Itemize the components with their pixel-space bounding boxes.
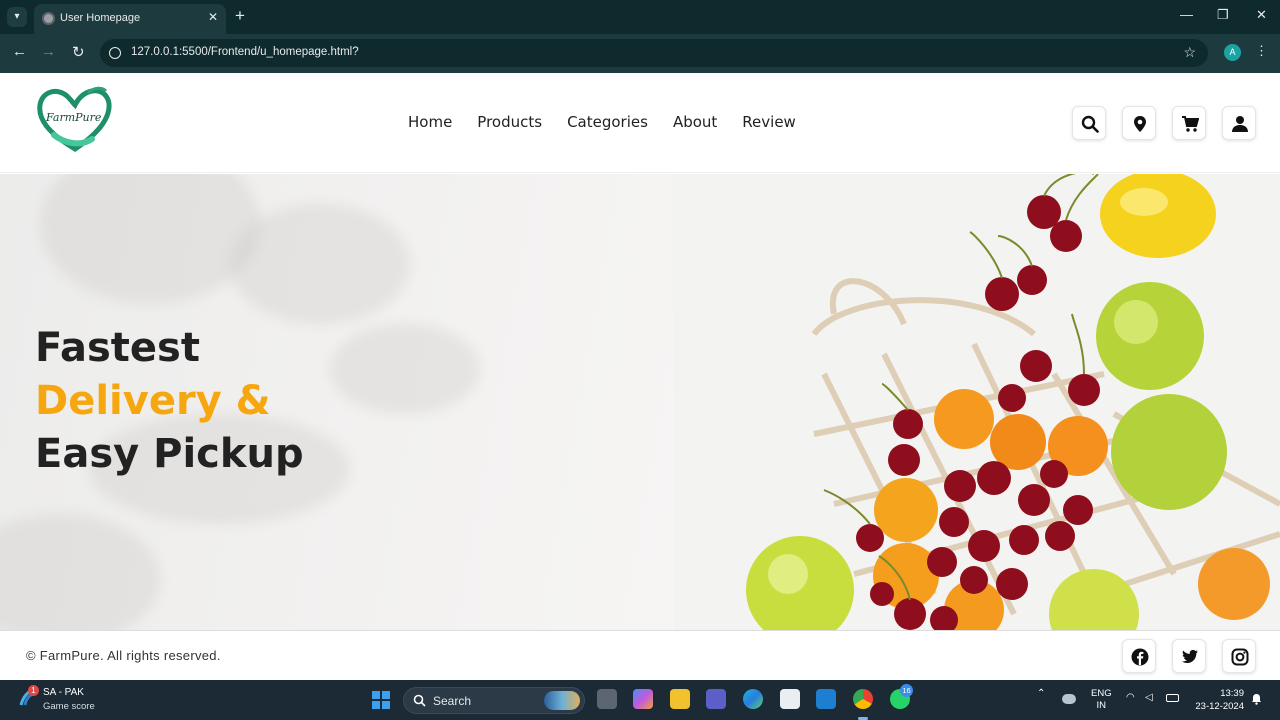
clock-date: 23-12-2024 [1195,701,1244,712]
forward-button[interactable]: → [41,43,56,60]
browser-tab-bar: ▾ User Homepage ✕ + — ❐ ✕ [0,0,1280,34]
whatsapp-badge: 16 [900,684,913,697]
browser-tab[interactable]: User Homepage ✕ [34,4,226,34]
taskbar-search-label: Search [433,694,472,708]
clock-time: 13:39 [1220,688,1244,699]
farmpure-logo[interactable]: FarmPure [36,83,114,153]
twitter-icon [1182,649,1198,663]
globe-icon [42,12,55,25]
weather-title[interactable]: SA - PAK [43,687,84,698]
copilot-icon[interactable] [633,689,653,709]
onedrive-icon[interactable] [1062,694,1076,704]
volume-icon[interactable]: ◁ [1145,692,1153,703]
site-info-icon[interactable] [109,47,121,59]
user-icon [1232,116,1248,132]
svg-text:FarmPure: FarmPure [45,111,102,124]
hero-headline: Fastest Delivery & Easy Pickup [35,322,304,481]
address-bar[interactable]: 127.0.0.1:5500/Frontend/u_homepage.html?… [100,39,1208,67]
site-header: FarmPure Home Products Categories About … [0,73,1280,173]
chrome-icon[interactable] [853,689,873,709]
taskbar-search[interactable]: Search [403,687,585,714]
lang-bottom: IN [1096,700,1107,711]
hero-line-1: Fastest [35,325,200,371]
wifi-icon[interactable]: ◠ [1126,692,1135,703]
cart-icon [1182,116,1199,132]
close-tab-icon[interactable]: ✕ [208,10,218,24]
windows-start-button[interactable] [372,691,390,709]
browser-toolbar: ← → ↻ 127.0.0.1:5500/Frontend/u_homepage… [0,34,1280,73]
profile-avatar[interactable]: A [1224,44,1241,61]
weather-badge: 1 [28,685,39,696]
instagram-icon [1231,648,1249,666]
task-view-icon[interactable] [597,689,617,709]
copyright-text: © FarmPure. All rights reserved. [26,648,221,663]
battery-icon[interactable] [1166,694,1179,702]
fruit-bag-image [674,174,1280,630]
nav-products[interactable]: Products [477,113,542,131]
main-nav: Home Products Categories About Review [408,113,796,131]
nav-about[interactable]: About [673,113,717,131]
search-highlight-icon [544,691,580,710]
os-taskbar: 1 SA - PAK Game score Search 16 ⌃ ENG IN… [0,680,1280,720]
site-footer: © FarmPure. All rights reserved. [0,630,1280,680]
search-icon [413,694,426,707]
close-window-button[interactable]: ✕ [1256,7,1267,23]
facebook-link[interactable] [1122,639,1156,673]
new-tab-button[interactable]: + [235,6,245,26]
location-icon [1134,116,1146,132]
search-icon [1081,115,1099,133]
facebook-icon [1131,648,1149,666]
nav-categories[interactable]: Categories [567,113,648,131]
tab-title: User Homepage [60,12,141,24]
microsoft-store-icon[interactable] [780,689,800,709]
cart-button[interactable] [1172,106,1206,140]
minimize-button[interactable]: — [1180,7,1193,22]
bookmark-star-icon[interactable]: ☆ [1183,44,1196,61]
system-clock[interactable]: 13:39 23-12-2024 [1192,687,1244,713]
maximize-button[interactable]: ❐ [1217,7,1229,23]
show-hidden-icons[interactable]: ⌃ [1037,688,1045,699]
tab-search-button[interactable]: ▾ [7,7,27,27]
language-indicator[interactable]: ENG IN [1091,688,1112,712]
url-text[interactable]: 127.0.0.1:5500/Frontend/u_homepage.html? [131,46,359,58]
twitter-link[interactable] [1172,639,1206,673]
hero-section: Fastest Delivery & Easy Pickup [0,174,1280,630]
reload-button[interactable]: ↻ [72,43,85,61]
weather-subtitle[interactable]: Game score [43,701,95,712]
search-button[interactable] [1072,106,1106,140]
browser-menu-icon[interactable]: ⋮ [1255,43,1268,59]
lang-top: ENG [1091,688,1112,699]
location-button[interactable] [1122,106,1156,140]
file-explorer-icon[interactable] [670,689,690,709]
edge-icon[interactable] [743,689,763,709]
back-button[interactable]: ← [12,43,27,60]
hero-line-3: Easy Pickup [35,431,304,477]
teams-icon[interactable] [706,689,726,709]
instagram-link[interactable] [1222,639,1256,673]
account-button[interactable] [1222,106,1256,140]
hero-line-2: Delivery & [35,378,271,424]
nav-home[interactable]: Home [408,113,452,131]
nav-review[interactable]: Review [742,113,796,131]
vscode-icon[interactable] [816,689,836,709]
notification-bell-icon[interactable] [1251,693,1262,705]
